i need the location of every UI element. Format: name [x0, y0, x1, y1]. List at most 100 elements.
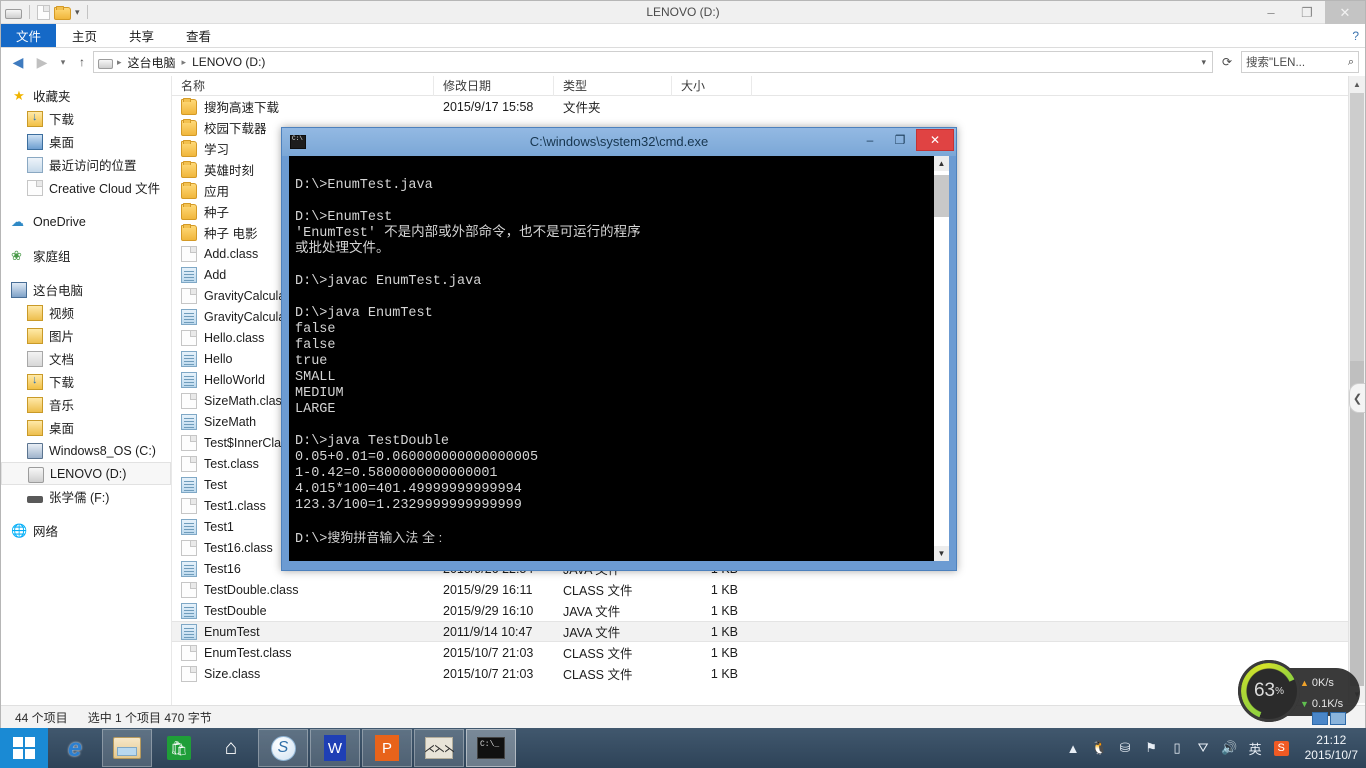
tab-share[interactable]: 共享 — [113, 24, 170, 47]
taskbar-internet-explorer[interactable]: e — [50, 729, 100, 767]
taskbar-command-prompt[interactable] — [466, 729, 516, 767]
address-bar[interactable]: ▸ 这台电脑 ▸ LENOVO (D:) ▾ — [93, 51, 1213, 73]
chevron-down-icon[interactable]: ▾ — [75, 7, 80, 18]
network-icon[interactable]: ⛛ — [1195, 740, 1212, 757]
column-header-date[interactable]: 修改日期 — [434, 76, 554, 96]
sidebar-item-downloads[interactable]: 下载 — [1, 107, 171, 130]
cmd-title-bar[interactable]: C:\windows\system32\cmd.exe – ❐ ✕ — [282, 128, 956, 156]
sidebar-item-desktop[interactable]: 桌面 — [1, 130, 171, 153]
file-name-label: Hello.class — [204, 330, 265, 345]
sidebar-item-network[interactable]: 🌐 网络 — [1, 519, 171, 542]
search-icon[interactable]: ⌕ — [1348, 56, 1354, 69]
cmd-maximize-button[interactable]: ❐ — [886, 129, 914, 151]
sidebar-item-pictures[interactable]: 图片 — [1, 324, 171, 347]
list-view-icon[interactable] — [1312, 712, 1328, 725]
sogou-ime-icon[interactable]: S — [1273, 740, 1290, 757]
table-row[interactable]: EnumTest.class 2015/10/7 21:03 CLASS 文件 1 K… — [172, 642, 1365, 663]
scroll-up-icon[interactable]: ▲ — [934, 156, 949, 171]
scroll-down-icon[interactable]: ▼ — [934, 546, 949, 561]
usb-icon[interactable]: ⛁ — [1117, 740, 1134, 757]
file-size-cell: 1 KB — [710, 645, 738, 660]
clock[interactable]: 21:12 2015/10/7 — [1305, 733, 1358, 763]
sidebar-item-music[interactable]: 音乐 — [1, 393, 171, 416]
drive-icon — [5, 9, 22, 19]
tab-home[interactable]: 主页 — [56, 24, 113, 47]
sidebar-item-homegroup[interactable]: ❀ 家庭组 — [1, 244, 171, 267]
chevron-up-icon[interactable]: ▲ — [1065, 740, 1082, 757]
monitor-screen-icon[interactable] — [1330, 712, 1346, 725]
sidebar-item-downloads-pc[interactable]: 下载 — [1, 370, 171, 393]
table-row[interactable]: EnumTest 2011/9/14 10:47 JAVA 文件 1 KB — [172, 621, 1365, 642]
column-header-name[interactable]: 名称 — [172, 76, 434, 96]
table-row[interactable]: 搜狗高速下载 2015/9/17 15:58 文件夹 — [172, 96, 1365, 117]
column-header-type[interactable]: 类型 — [554, 76, 672, 96]
taskbar-wps-presentation[interactable]: P — [362, 729, 412, 767]
taskbar-art-app[interactable]: ⋌⋋⋋ — [414, 729, 464, 767]
sidebar-item-zhangxueru-f[interactable]: 张学儒 (F:) — [1, 485, 171, 508]
table-row[interactable]: TestDouble 2015/9/29 16:10 JAVA 文件 1 KB — [172, 600, 1365, 621]
sidebar-group-favorites[interactable]: ★ 收藏夹 — [1, 84, 171, 107]
sidebar-item-lenovo-d[interactable]: LENOVO (D:) — [1, 462, 171, 485]
sidebar-item-desktop-pc[interactable]: 桌面 — [1, 416, 171, 439]
column-header-size[interactable]: 大小 — [672, 76, 752, 96]
table-row[interactable]: TestDouble.class 2015/9/29 16:11 CLASS 文件 1… — [172, 579, 1365, 600]
file-name-label: 学习 — [204, 143, 230, 157]
ime-chinese-icon[interactable]: 英 — [1247, 740, 1264, 757]
up-arrow-icon[interactable]: ↑ — [73, 51, 91, 73]
document-icon — [181, 644, 197, 661]
sidebar-item-onedrive[interactable]: ☁ OneDrive — [1, 210, 171, 233]
sidebar-item-recent-places[interactable]: 最近访问的位置 — [1, 153, 171, 176]
cmd-output[interactable]: D:\>EnumTest.java D:\>EnumTest 'EnumTest… — [289, 156, 933, 561]
scroll-up-icon[interactable]: ▲ — [1349, 76, 1365, 93]
taskbar-wps-writer[interactable]: W — [310, 729, 360, 767]
cmd-close-button[interactable]: ✕ — [916, 129, 954, 151]
folder-icon[interactable] — [54, 5, 71, 20]
file-date-cell: 2015/9/29 16:10 — [443, 603, 534, 618]
desktop-icon — [27, 133, 43, 150]
search-input[interactable]: 搜索"LEN... ⌕ — [1241, 51, 1359, 73]
taskbar-sogou-browser[interactable]: S — [258, 729, 308, 767]
scrollbar-thumb[interactable] — [1350, 93, 1364, 361]
resource-monitor-widget[interactable]: 63% ▲ 0K/s ▼ 0.1K/s — [1238, 660, 1360, 726]
cmd-scrollbar-thumb[interactable] — [934, 175, 949, 217]
cmd-console-area[interactable]: D:\>EnumTest.java D:\>EnumTest 'EnumTest… — [289, 156, 949, 561]
forward-arrow-icon[interactable]: ▶ — [31, 51, 53, 73]
command-prompt-window[interactable]: C:\windows\system32\cmd.exe – ❐ ✕ D:\>En… — [281, 127, 957, 571]
maximize-button[interactable]: ❐ — [1289, 1, 1325, 24]
new-folder-icon[interactable] — [37, 4, 50, 20]
recent-locations-icon[interactable]: ▾ — [55, 51, 71, 73]
file-name-label: 种子 — [204, 206, 230, 220]
table-row[interactable]: Size.class 2015/10/7 21:03 CLASS 文件 1 KB — [172, 663, 1365, 684]
file-name-cell: EnumTest.class — [172, 644, 434, 661]
taskbar-file-explorer[interactable] — [102, 729, 152, 767]
file-size-cell: 1 KB — [710, 603, 738, 618]
file-size-cell: 1 KB — [710, 624, 738, 639]
flag-alert-icon[interactable]: ⚑ — [1143, 740, 1160, 757]
monitor-tray-icons[interactable] — [1312, 712, 1346, 725]
tab-file[interactable]: 文件 — [1, 24, 57, 47]
sidebar-item-videos[interactable]: 视频 — [1, 301, 171, 324]
chevron-left-icon[interactable]: ❮ — [1349, 383, 1365, 413]
sidebar-item-documents[interactable]: 文档 — [1, 347, 171, 370]
taskbar-windows-store[interactable]: 🛍 — [154, 729, 204, 767]
minimize-button[interactable]: – — [1253, 1, 1289, 24]
taskbar-home[interactable]: ⌂ — [206, 729, 256, 767]
refresh-icon[interactable]: ⟳ — [1215, 51, 1239, 73]
cmd-scrollbar-track[interactable] — [934, 171, 949, 546]
cmd-vertical-scrollbar[interactable]: ▲ ▼ — [933, 156, 949, 561]
sidebar-item-creative-cloud[interactable]: Creative Cloud 文件 — [1, 176, 171, 199]
qq-penguin-icon[interactable]: 🐧 — [1091, 740, 1108, 757]
speaker-icon[interactable]: 🔊 — [1221, 740, 1238, 757]
tab-view[interactable]: 查看 — [170, 24, 227, 47]
close-button[interactable]: ✕ — [1325, 1, 1365, 24]
breadcrumb-this-pc[interactable]: 这台电脑 — [126, 54, 178, 71]
windows-start-icon[interactable] — [0, 728, 48, 768]
sidebar-item-this-pc[interactable]: 这台电脑 — [1, 278, 171, 301]
back-arrow-icon[interactable]: ◀ — [7, 51, 29, 73]
sidebar-item-windows8-os-c[interactable]: Windows8_OS (C:) — [1, 439, 171, 462]
cmd-minimize-button[interactable]: – — [856, 129, 884, 151]
battery-icon[interactable]: ▯ — [1169, 740, 1186, 757]
chevron-down-icon[interactable]: ▾ — [1201, 57, 1208, 68]
help-icon[interactable]: ? — [1352, 24, 1365, 47]
breadcrumb-lenovo-d[interactable]: LENOVO (D:) — [190, 55, 267, 69]
